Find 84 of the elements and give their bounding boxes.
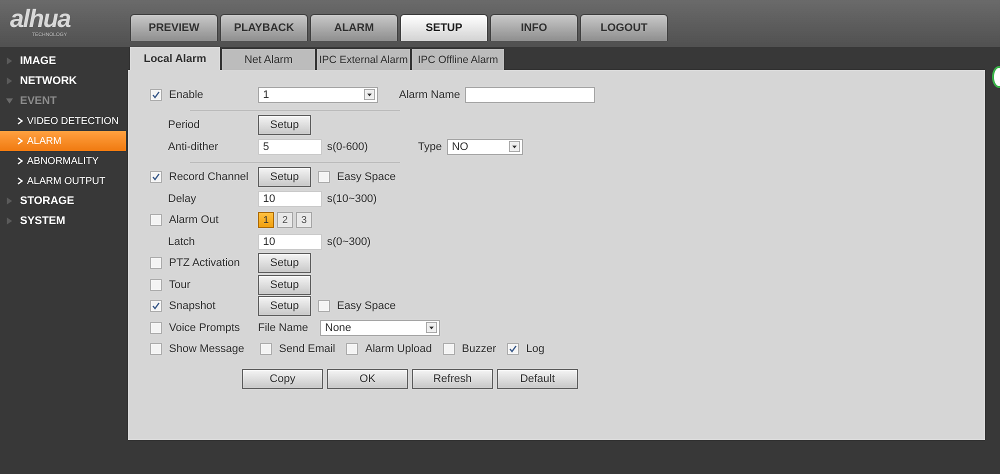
chevron-icon	[17, 137, 23, 145]
setup-button[interactable]: Setup	[258, 296, 311, 316]
triangle-icon	[6, 197, 13, 205]
triangle-icon	[6, 217, 13, 225]
chevron-icon	[17, 117, 23, 125]
triangle-icon	[6, 77, 13, 85]
row-label: Record Channel	[169, 171, 248, 184]
row-label: PTZ Activation	[169, 257, 240, 270]
checkbox[interactable]	[150, 88, 162, 101]
chevron-icon	[17, 177, 23, 185]
sidebar-subitem[interactable]: VIDEO DETECTION	[0, 111, 126, 131]
input-field[interactable]: 10	[258, 234, 322, 250]
top-tab[interactable]: INFO	[490, 14, 578, 41]
action-button[interactable]: Default	[497, 369, 578, 389]
checkbox[interactable]	[318, 300, 330, 312]
checkbox-label: Alarm Upload	[365, 343, 432, 356]
checkbox-label: Easy Space	[337, 171, 396, 184]
checkbox-label: Buzzer	[462, 343, 496, 356]
top-tab[interactable]: PREVIEW	[130, 14, 218, 41]
action-button[interactable]: OK	[327, 369, 408, 389]
field-label: File Name	[258, 322, 310, 334]
field-label: Alarm Name	[399, 88, 460, 101]
checkbox[interactable]	[442, 343, 455, 356]
output-toggle[interactable]: 1	[258, 212, 274, 228]
unit-range: s(0~300)	[327, 236, 372, 248]
setup-button[interactable]: Setup	[258, 253, 311, 274]
row-label: Delay	[168, 192, 196, 205]
sub-tab[interactable]: Local Alarm	[130, 47, 220, 70]
sub-tab[interactable]: IPC Offline Alarm	[412, 49, 504, 70]
checkbox[interactable]	[318, 171, 330, 184]
top-tab[interactable]: ALARM	[310, 14, 398, 41]
sub-tab[interactable]: IPC External Alarm	[317, 49, 410, 70]
sidebar-item[interactable]: STORAGE	[0, 191, 128, 211]
sidebar-subitem[interactable]: ABNORMALITY	[0, 151, 126, 171]
logo-wordmark: alhua	[10, 6, 72, 32]
setup-button[interactable]: Setup	[258, 274, 311, 295]
sidebar-subitem[interactable]: ALARM OUTPUT	[0, 171, 126, 191]
checkbox[interactable]	[150, 278, 162, 291]
top-tab[interactable]: LOGOUT	[580, 14, 668, 41]
sidebar-item[interactable]: IMAGE	[0, 51, 128, 71]
unit-range: s(10~300)	[327, 192, 378, 205]
setup-button[interactable]: Setup	[258, 167, 311, 188]
checkbox-label: Easy Space	[337, 300, 396, 312]
row-label: Anti-dither	[168, 140, 218, 153]
setup-button[interactable]: Setup	[258, 115, 311, 136]
sub-tab[interactable]: Net Alarm	[222, 49, 315, 70]
row-label: Latch	[168, 236, 195, 248]
row-label: Show Message	[169, 343, 244, 356]
triangle-icon	[6, 97, 13, 105]
row-label: Tour	[169, 278, 190, 291]
checkbox[interactable]	[150, 300, 162, 312]
action-button[interactable]: Copy	[242, 369, 323, 389]
action-button[interactable]: Refresh	[412, 369, 493, 389]
top-tab[interactable]: SETUP	[400, 14, 488, 41]
dropdown[interactable]: 1	[258, 86, 378, 103]
dropdown[interactable]: None	[320, 320, 440, 336]
checkbox-label: Send Email	[279, 343, 336, 356]
checkbox[interactable]	[150, 214, 162, 226]
field-label: Type	[418, 140, 442, 153]
top-tab[interactable]: PLAYBACK	[220, 14, 308, 41]
alarm-name-field[interactable]	[465, 86, 596, 103]
checkbox[interactable]	[150, 171, 162, 184]
output-toggle[interactable]: 3	[296, 212, 312, 228]
checkbox[interactable]	[150, 343, 162, 356]
triangle-icon	[6, 57, 13, 65]
row-label: Period	[168, 119, 200, 132]
checkbox-label: Log	[526, 343, 545, 356]
sidebar-item[interactable]: NETWORK	[0, 71, 128, 91]
chevron-icon	[17, 157, 23, 165]
sidebar-item[interactable]: SYSTEM	[0, 211, 128, 231]
row-label: Alarm Out	[169, 214, 219, 226]
unit-range: s(0-600)	[327, 140, 369, 153]
row-label: Enable	[169, 88, 204, 101]
checkbox[interactable]	[150, 322, 162, 334]
checkbox[interactable]	[260, 343, 272, 356]
row-label: Snapshot	[169, 300, 216, 312]
checkbox[interactable]	[507, 343, 520, 356]
checkbox[interactable]	[346, 343, 358, 356]
checkbox[interactable]	[150, 257, 162, 270]
input-field[interactable]: 10	[258, 190, 322, 207]
input-field[interactable]: 5	[258, 138, 322, 155]
dropdown[interactable]: NO	[446, 138, 523, 155]
output-toggle[interactable]: 2	[277, 212, 293, 228]
row-label: Voice Prompts	[169, 322, 240, 334]
